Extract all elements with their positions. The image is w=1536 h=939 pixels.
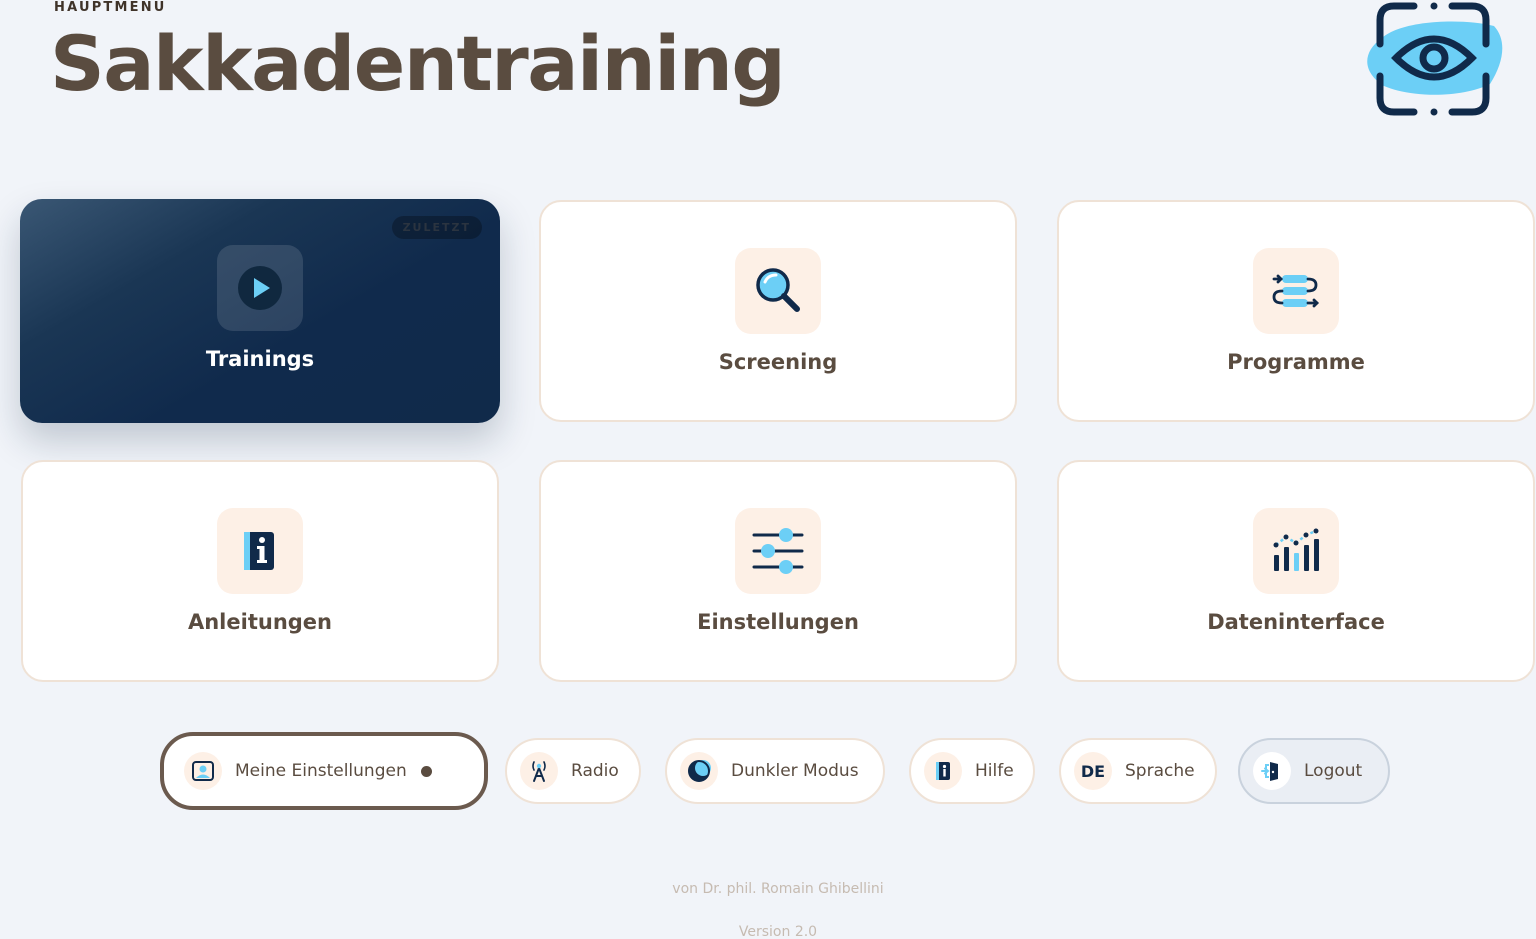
language-code: DE <box>1080 761 1106 781</box>
pill-label: Sprache <box>1125 761 1195 781</box>
info-icon <box>936 762 950 780</box>
card-label: Screening <box>718 350 838 374</box>
pill-label: Dunkler Modus <box>731 761 859 781</box>
pill-label: Radio <box>571 761 619 781</box>
card-label: Einstellungen <box>697 610 859 634</box>
user-settings-icon <box>192 761 214 781</box>
card-screening[interactable]: Screening <box>539 200 1017 422</box>
card-dateninterface[interactable]: Dateninterface <box>1057 460 1535 682</box>
pill-icon-circle <box>520 752 558 790</box>
pill-label: Meine Einstellungen <box>235 761 407 781</box>
footer-version: Version 2.0 <box>738 924 818 939</box>
eye-logo-icon <box>1367 2 1503 116</box>
moon-icon <box>688 760 711 782</box>
bar-chart-icon <box>1273 528 1319 571</box>
card-label: Anleitungen <box>187 610 332 634</box>
pill-label: Hilfe <box>975 761 1014 781</box>
card-label: Dateninterface <box>1207 610 1385 634</box>
card-anleitungen[interactable]: Anleitungen <box>21 460 499 682</box>
pill-icon-circle <box>680 752 718 790</box>
card-trainings[interactable]: ZULETZT Trainings <box>20 199 500 423</box>
card-label: Trainings <box>205 347 315 371</box>
my-settings-button[interactable]: Meine Einstellungen <box>160 732 488 810</box>
footer-author: von Dr. phil. Romain Ghibellini <box>672 881 884 897</box>
info-book-icon <box>244 532 274 570</box>
card-einstellungen[interactable]: Einstellungen <box>539 460 1017 682</box>
recent-badge: ZULETZT <box>391 216 482 239</box>
page-title: Sakkadentraining <box>50 19 786 108</box>
page-eyebrow: HAUPTMENÜ <box>54 0 167 15</box>
pill-label: Logout <box>1304 761 1363 781</box>
pill-icon-circle <box>1253 752 1291 790</box>
logout-door-icon <box>1261 762 1278 781</box>
language-button[interactable]: DE Sprache <box>1059 738 1217 804</box>
card-icon-tile <box>735 508 821 594</box>
play-icon <box>238 266 282 310</box>
card-icon-tile <box>217 508 303 594</box>
status-dot <box>420 765 432 777</box>
card-icon-tile <box>1253 508 1339 594</box>
program-flow-icon <box>1272 274 1319 308</box>
radio-tower-icon <box>532 761 546 782</box>
card-icon-tile <box>217 245 303 331</box>
card-label: Programme <box>1227 350 1365 374</box>
radio-button[interactable]: Radio <box>505 738 641 804</box>
dark-mode-button[interactable]: Dunkler Modus <box>665 738 885 804</box>
help-button[interactable]: Hilfe <box>909 738 1035 804</box>
sliders-icon <box>752 528 804 574</box>
logout-button[interactable]: Logout <box>1238 738 1390 804</box>
card-programme[interactable]: Programme <box>1057 200 1535 422</box>
card-icon-tile <box>735 248 821 334</box>
magnifier-icon <box>756 268 800 312</box>
main-menu-page: HAUPTMENÜ Sakkadentraining ZULETZT Train… <box>0 0 1536 939</box>
pill-icon-circle <box>184 752 222 790</box>
card-icon-tile <box>1253 248 1339 334</box>
language-code-circle: DE <box>1074 752 1112 790</box>
pill-icon-circle <box>924 752 962 790</box>
